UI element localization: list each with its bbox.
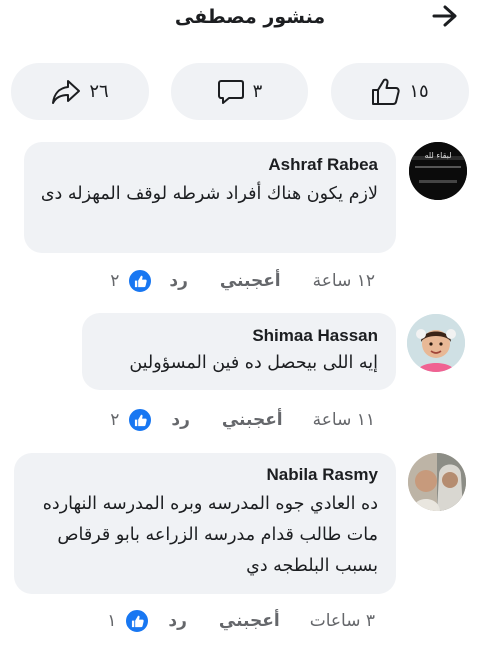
avatar-caption: لبقاء لله: [424, 151, 452, 160]
comment-meta: ١٢ ساعة أعجبني رد ٢: [110, 268, 375, 294]
reaction-count: ٢: [110, 271, 120, 291]
share-button[interactable]: ٢٦: [11, 63, 149, 120]
comment-bubble: Ashraf Rabea لازم يكون هناك أفراد شرطه ل…: [24, 142, 396, 253]
like-reaction-icon: [124, 608, 151, 634]
comment-time[interactable]: ١١ ساعة: [313, 410, 375, 430]
comment-like-button[interactable]: أعجبني: [219, 611, 280, 631]
reaction-count: ٢: [110, 410, 120, 430]
comment-meta: ٣ ساعات أعجبني رد ١: [107, 608, 375, 634]
comment-text: إيه اللى بيحصل ده فين المسؤولين: [129, 353, 378, 373]
comment-bubble: Shimaa Hassan إيه اللى بيحصل ده فين المس…: [82, 313, 396, 390]
comment-reactions[interactable]: ١: [107, 608, 151, 634]
comment-reactions[interactable]: ٢: [110, 268, 154, 294]
thumbs-up-icon: [372, 78, 400, 105]
avatar[interactable]: [408, 453, 466, 511]
comment-author[interactable]: Nabila Rasmy: [28, 465, 379, 485]
comment-button[interactable]: ٣: [171, 63, 308, 120]
comment-reply-button[interactable]: رد: [171, 410, 190, 430]
comment-time[interactable]: ٣ ساعات: [310, 611, 375, 631]
comment-author[interactable]: Shimaa Hassan: [96, 326, 378, 346]
comment-text: ده العادي جوه المدرسه وبره المدرسه النها…: [42, 494, 378, 576]
page-title: منشور مصطفى: [174, 6, 326, 28]
comment-meta: ١١ ساعة أعجبني رد ٢: [110, 407, 375, 433]
comment-count: ٣: [252, 81, 263, 102]
comment-author[interactable]: Ashraf Rabea: [38, 155, 378, 175]
share-icon: [52, 79, 81, 104]
like-reaction-icon: [127, 268, 154, 294]
comment-reply-button[interactable]: رد: [169, 271, 188, 291]
avatar[interactable]: [407, 314, 465, 372]
comment-reply-button[interactable]: رد: [168, 611, 187, 631]
like-button[interactable]: ١٥: [331, 63, 469, 120]
comment-icon: [217, 79, 244, 104]
comment-text: لازم يكون هناك أفراد شرطه لوقف المهزله د…: [40, 184, 378, 204]
avatar-image: [408, 453, 466, 511]
reaction-count: ١: [107, 611, 117, 631]
post-header: منشور مصطفى: [0, 0, 480, 44]
comment-like-button[interactable]: أعجبني: [220, 271, 281, 291]
like-count: ١٥: [409, 81, 429, 102]
comment-time[interactable]: ١٢ ساعة: [313, 271, 375, 291]
avatar-image: [407, 314, 465, 372]
comment-like-button[interactable]: أعجبني: [222, 410, 283, 430]
like-reaction-icon: [127, 407, 154, 433]
share-count: ٢٦: [89, 81, 109, 102]
avatar[interactable]: لبقاء لله: [409, 142, 467, 200]
comment-bubble: Nabila Rasmy ده العادي جوه المدرسه وبره …: [14, 453, 396, 594]
comment-reactions[interactable]: ٢: [110, 407, 154, 433]
